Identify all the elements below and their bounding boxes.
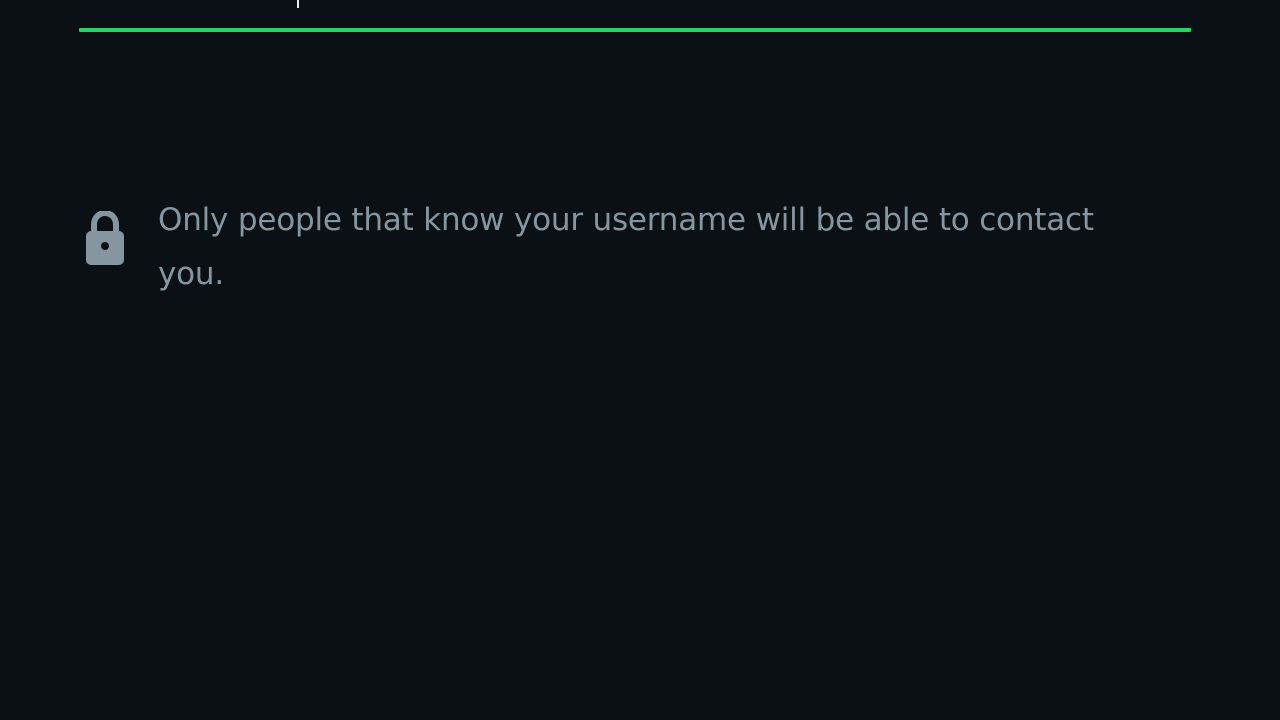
- privacy-notice-text: Only people that know your username will…: [158, 202, 1094, 292]
- username-input[interactable]: [79, 0, 1191, 28]
- username-field-container[interactable]: [79, 0, 1191, 33]
- lock-icon: [86, 211, 124, 265]
- username-settings-screen: Only people that know your username will…: [0, 0, 1280, 720]
- privacy-notice: Only people that know your username will…: [84, 193, 1184, 301]
- text-caret: [297, 0, 299, 8]
- active-field-underline: [79, 28, 1191, 32]
